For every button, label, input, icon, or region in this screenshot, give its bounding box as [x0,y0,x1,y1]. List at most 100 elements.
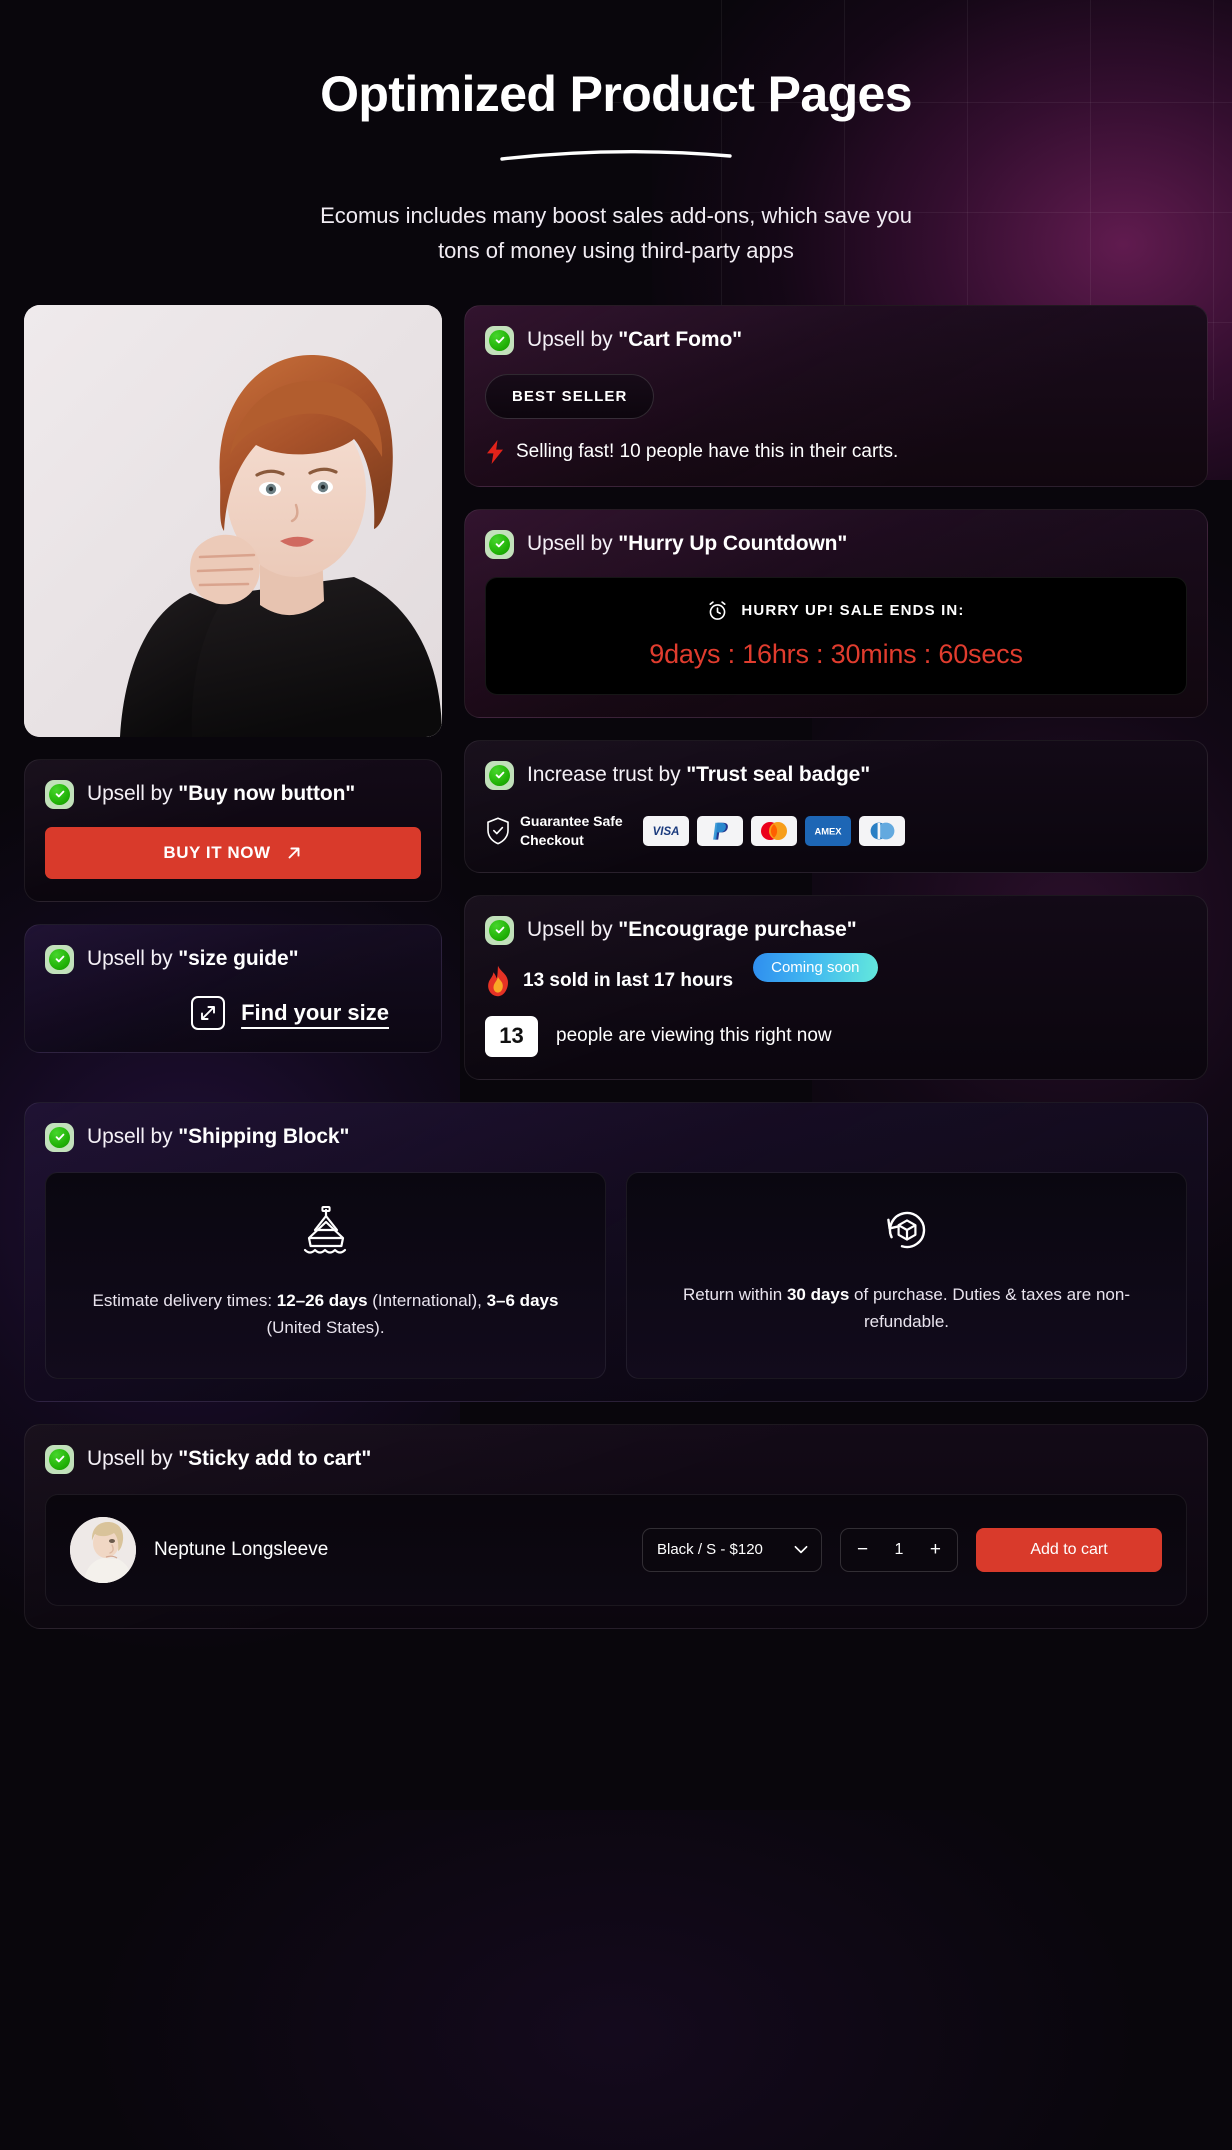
shipping-panels: Estimate delivery times: 12–26 days (Int… [45,1171,1187,1379]
card-heading: Upsell by "Cart Fomo" [485,325,1187,355]
shipping-return-text: Return within 30 days of purchase. Dutie… [653,1281,1160,1336]
card-title-prefix: Upsell by [527,328,619,352]
title-underline-swoosh [500,149,732,161]
sticky-product-name: Neptune Longsleeve [154,1538,329,1560]
page-subtitle-line-1: Ecomus includes many boost sales add-ons… [320,202,912,228]
card-title: Upsell by "size guide" [87,947,299,971]
shipping-delivery-text: Estimate delivery times: 12–26 days (Int… [72,1287,579,1342]
return-text-a: Return within [683,1284,787,1304]
resize-diagonal-icon [191,995,226,1030]
ship-icon [303,1205,346,1254]
viewing-count-value: 13 [485,1015,538,1057]
trust-seal-row: Guarantee Safe Checkout VISA AMEX [485,812,1187,850]
buy-it-now-button[interactable]: BUY IT NOW [45,826,421,879]
payment-visa-icon: VISA [642,815,689,846]
selling-fast-text: Selling fast! 10 people have this in the… [516,440,899,462]
card-title: Upsell by "Cart Fomo" [527,328,742,352]
card-size-guide: Upsell by "size guide" Find your size [24,923,442,1053]
left-column: Upsell by "Buy now button" BUY IT NOW Up… [24,304,442,1053]
payment-amex-icon: AMEX [804,815,851,846]
card-title-prefix: Upsell by [87,947,179,971]
card-title-prefix: Upsell by [527,918,619,942]
countdown-timer-value: 9days : 16hrs : 30mins : 60secs [649,638,1023,669]
page-subtitle: Ecomus includes many boost sales add-ons… [0,198,1232,269]
card-title: Upsell by "Shipping Block" [87,1125,349,1149]
return-bold-a: 30 days [786,1284,850,1304]
payment-paypal-icon [696,815,743,846]
delivery-text-b: (International), [367,1290,487,1310]
card-title: Upsell by "Buy now button" [87,782,355,806]
card-title-quoted: "Hurry Up Countdown" [618,532,848,556]
fire-icon [488,965,508,996]
card-sticky-add-to-cart: Upsell by "Sticky add to cart" Neptune L… [24,1423,1208,1629]
sold-count-text: 13 sold in last 17 hours [523,969,734,991]
card-title-quoted: "Shipping Block" [178,1125,350,1149]
shipping-delivery-panel: Estimate delivery times: 12–26 days (Int… [45,1171,606,1379]
countdown-label-text: HURRY UP! SALE ENDS IN: [741,601,965,619]
shipping-return-panel: Return within 30 days of purchase. Dutie… [626,1171,1187,1379]
arrow-up-right-icon [288,847,300,859]
card-heading: Upsell by "Sticky add to cart" [45,1444,1187,1474]
card-heading: Upsell by "Hurry Up Countdown" [485,529,1187,559]
product-thumbnail [70,1516,136,1583]
variant-select[interactable]: Black / S - $120 [642,1527,822,1572]
svg-text:VISA: VISA [652,826,679,837]
card-title: Upsell by "Encougrage purchase" [527,918,857,942]
quantity-stepper[interactable]: − 1 + [840,1527,958,1572]
payment-methods-list: VISA AMEX [642,815,905,846]
quantity-decrease-button[interactable]: − [855,1540,870,1559]
product-photo-illustration [24,304,442,737]
card-title-prefix: Increase trust by [527,763,687,787]
card-title: Upsell by "Hurry Up Countdown" [527,532,847,556]
card-heading: Increase trust by "Trust seal badge" [485,760,1187,790]
add-to-cart-button[interactable]: Add to cart [976,1527,1162,1572]
payment-mastercard-icon [750,815,797,846]
guarantee-line-2: Checkout [520,831,584,848]
card-heading: Upsell by "Shipping Block" [45,1122,1187,1152]
check-circle-icon [485,760,514,790]
card-title-quoted: "Encougrage purchase" [618,918,857,942]
card-shipping-block: Upsell by "Shipping Block" Estimate deli… [24,1101,1208,1402]
return-text-b: of purchase. Duties & taxes are non-refu… [849,1284,1130,1332]
lightning-bolt-icon [487,439,503,464]
check-circle-icon [45,779,74,809]
delivery-bold-b: 3–6 days [486,1290,559,1310]
decorative-glow-bottom [66,1810,1166,2150]
page-root: Optimized Product Pages Ecomus includes … [0,0,1232,2150]
card-title-prefix: Upsell by [87,1447,179,1471]
delivery-bold-a: 12–26 days [276,1290,368,1310]
best-seller-badge: BEST SELLER [485,373,655,419]
shield-check-icon [487,816,509,845]
card-heading: Upsell by "size guide" [45,944,421,974]
card-title-quoted: "Cart Fomo" [618,328,743,352]
countdown-label-row: HURRY UP! SALE ENDS IN: [502,600,1170,621]
svg-text:AMEX: AMEX [814,825,842,836]
viewing-now-row: 13 people are viewing this right now [485,1015,1187,1057]
selling-fast-row: Selling fast! 10 people have this in the… [485,439,1187,464]
guarantee-line-1: Guarantee Safe [520,812,623,829]
card-hurry-up-countdown: Upsell by "Hurry Up Countdown" HURRY UP!… [464,508,1208,718]
card-title-quoted: "Sticky add to cart" [178,1447,372,1471]
content-area: Upsell by "Buy now button" BUY IT NOW Up… [0,304,1232,1629]
card-encourage-purchase: Upsell by "Encougrage purchase" 13 sold … [464,894,1208,1080]
payment-diners-club-icon [858,815,905,846]
chevron-down-icon [794,1545,808,1553]
sold-count-row: 13 sold in last 17 hours Coming soon [485,953,1187,997]
card-heading: Upsell by "Encougrage purchase" [485,915,1187,945]
quantity-increase-button[interactable]: + [928,1540,943,1559]
quantity-value: 1 [894,1540,904,1558]
two-column-layout: Upsell by "Buy now button" BUY IT NOW Up… [24,304,1208,1080]
product-thumbnail-illustration [70,1516,136,1583]
coming-soon-badge: Coming soon [753,953,878,983]
page-title: Optimized Product Pages [320,66,912,122]
viewing-count-text: people are viewing this right now [556,1025,832,1047]
find-your-size-link[interactable]: Find your size [241,1000,389,1026]
right-column: Upsell by "Cart Fomo" BEST SELLER Sellin… [464,304,1208,1080]
card-heading: Upsell by "Buy now button" [45,779,421,809]
check-circle-icon [485,915,514,945]
card-title: Upsell by "Sticky add to cart" [87,1447,371,1471]
variant-select-value: Black / S - $120 [657,1541,763,1559]
size-guide-row: Find your size [45,995,421,1030]
check-circle-icon [45,944,74,974]
page-header: Optimized Product Pages Ecomus includes … [0,0,1232,269]
